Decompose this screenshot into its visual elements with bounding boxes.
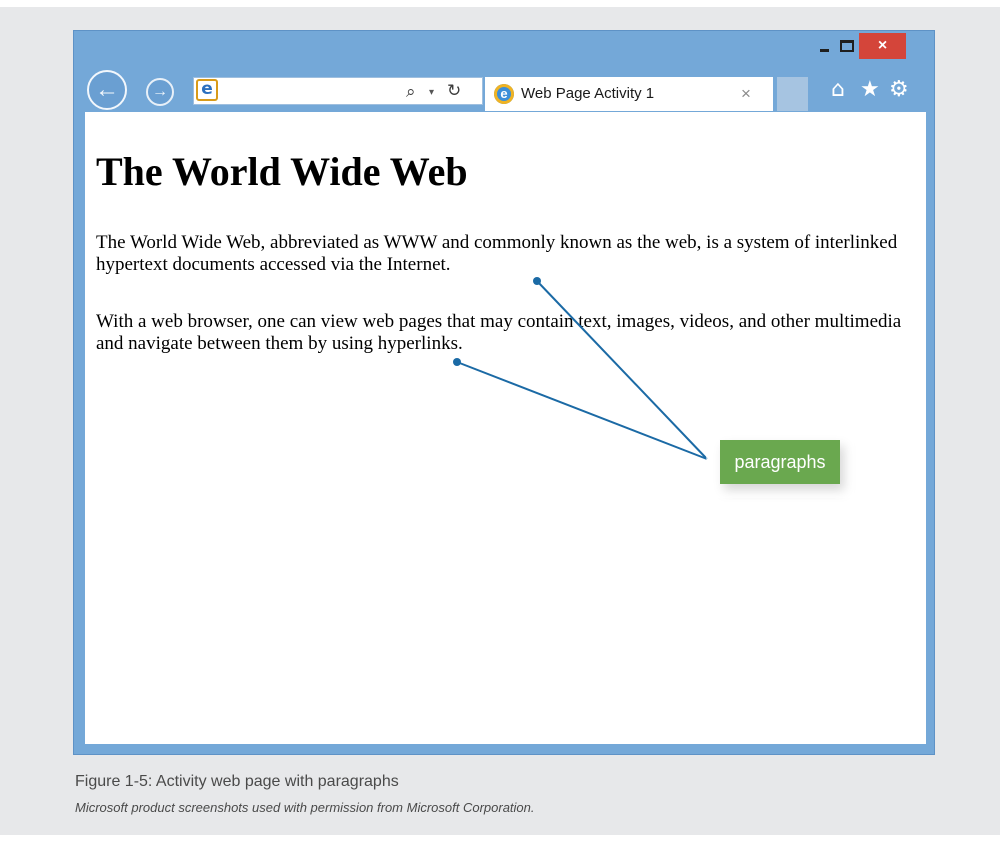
tab-title: Web Page Activity 1 — [521, 85, 655, 102]
ie-tab-icon: e — [494, 84, 514, 104]
maximize-button[interactable] — [835, 33, 859, 59]
forward-button[interactable]: → — [146, 78, 174, 106]
gear-icon[interactable]: ⚙ — [889, 77, 909, 102]
home-icon[interactable]: ⌂ — [831, 77, 845, 102]
search-icon[interactable]: ⌕ — [406, 82, 416, 102]
paragraph-1: The World Wide Web, abbreviated as WWW a… — [96, 232, 898, 275]
figure-caption: Figure 1-5: Activity web page with parag… — [75, 773, 399, 790]
chevron-down-icon[interactable]: ▾ — [429, 87, 434, 98]
minimize-icon — [819, 48, 829, 52]
back-button[interactable]: ← — [87, 70, 127, 110]
tab-web-page-activity[interactable]: e Web Page Activity 1 × — [485, 77, 773, 111]
tab-close-icon[interactable]: × — [741, 84, 751, 104]
forward-arrow-icon: → — [152, 83, 168, 100]
figure-credit: Microsoft product screenshots used with … — [75, 800, 535, 815]
star-icon[interactable]: ★ — [860, 77, 880, 102]
address-bar[interactable]: e ⌕ ▾ ↻ — [193, 77, 483, 105]
minimize-button[interactable] — [813, 33, 835, 59]
browser-window: × ← → e ⌕ ▾ ↻ e Web Page Activity 1 × ⌂ … — [73, 30, 935, 755]
callout-label: paragraphs — [720, 440, 840, 484]
new-tab-button[interactable] — [777, 77, 808, 111]
refresh-icon[interactable]: ↻ — [447, 81, 461, 101]
page-heading: The World Wide Web — [96, 149, 468, 194]
page-content: The World Wide Web The World Wide Web, a… — [85, 112, 926, 744]
close-button[interactable]: × — [859, 33, 906, 59]
ie-page-icon: e — [196, 79, 218, 101]
close-icon: × — [877, 37, 888, 54]
back-arrow-icon: ← — [95, 76, 119, 103]
paragraph-2: With a web browser, one can view web pag… — [96, 311, 902, 354]
maximize-icon — [840, 40, 854, 52]
